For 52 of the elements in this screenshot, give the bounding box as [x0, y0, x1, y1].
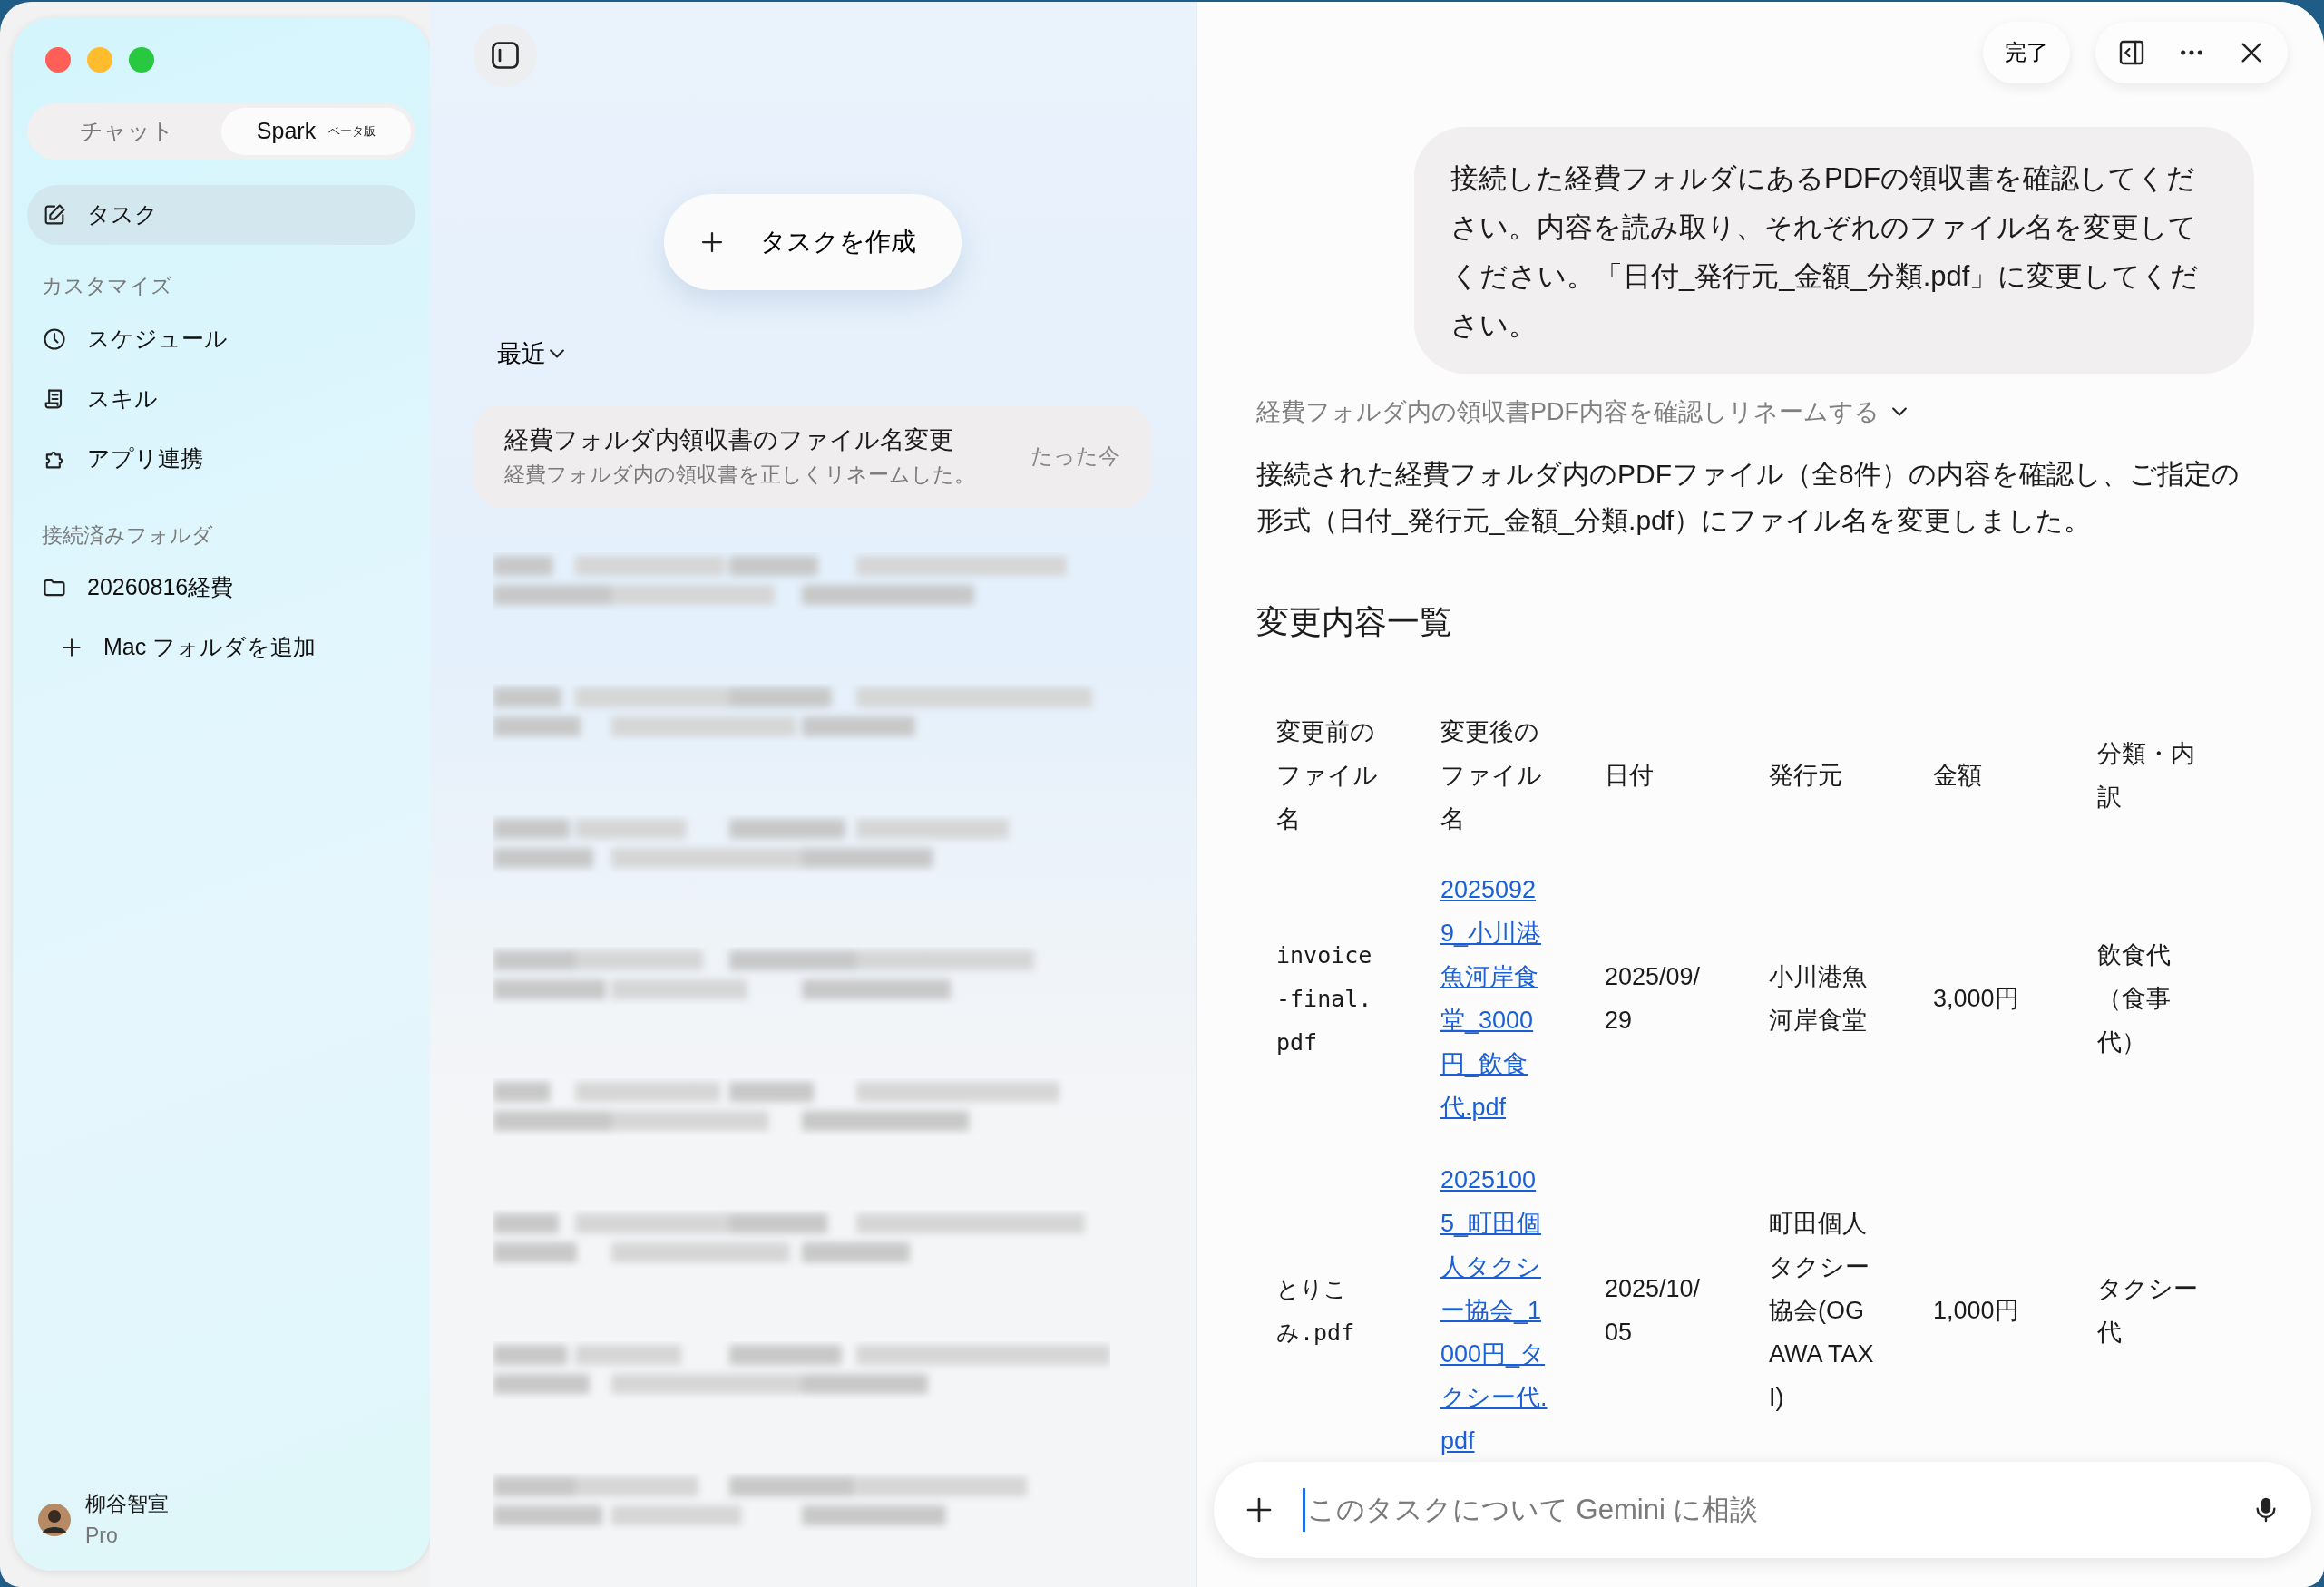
chevron-down-icon: [550, 349, 564, 359]
file-link[interactable]: 20251005_町田個人タクシー協会_1000円_タクシー代.pdf: [1440, 1157, 1548, 1463]
column-header: 変更前のファイル名: [1275, 716, 1379, 834]
chevron-down-icon: [1892, 407, 1907, 417]
table-cell: invoice-final.pdf: [1276, 941, 1372, 1056]
table-cell: 町田個人タクシー協会(OGAWA TAXI): [1769, 1209, 1874, 1411]
user-plan: Pro: [85, 1522, 119, 1549]
table-cell: とりこみ.pdf: [1276, 1275, 1355, 1346]
avatar: [38, 1503, 71, 1536]
column-header: 発行元: [1768, 760, 1843, 791]
thinking-toggle[interactable]: 経費フォルダ内の領収書PDF内容を確認しリネームする: [1256, 394, 1907, 431]
table-cell: 小川港魚河岸食堂: [1769, 962, 1867, 1034]
response-text: 接続された経費フォルダ内のPDFファイル（全8件）の内容を確認し、ご指定の形式（日付_発行元_金額_分類.pdf）にファイル名を変更しました。: [1256, 457, 2241, 537]
add-folder-button[interactable]: Mac フォルダを追加: [27, 618, 415, 677]
section-heading: カスタマイズ: [41, 273, 173, 299]
nav-item[interactable]: アプリ連携: [27, 428, 415, 489]
nav-item[interactable]: スケジュール: [27, 308, 415, 369]
column-header: 分類・内訳: [2096, 738, 2196, 813]
table-cell: 3,000円: [1933, 984, 2019, 1012]
task-title: 経費フォルダ内領収書のファイル名変更: [504, 425, 954, 455]
file-link[interactable]: 20250929_小川港魚河岸食堂_3000円_飲食代.pdf: [1440, 867, 1548, 1129]
done-button[interactable]: 完了: [1983, 22, 2070, 83]
user-name: 柳谷智宣: [85, 1491, 169, 1517]
user-message: 接続した経費フォルダにあるPDFの領収書を確認してください。内容を読み取り、それぞれのファイル名を変更してください。「日付_発行元_金額_分類.pdf」に変更してください。: [1414, 127, 2254, 374]
task-item[interactable]: 経費フォルダ内領収書のファイル名変更 経費フォルダ内の領収書を正しくリネームした。 たった今: [474, 404, 1151, 507]
mode-tab[interactable]: チャット: [32, 108, 221, 155]
section-heading: 変更内容一覧: [1256, 601, 1453, 642]
beta-label: ベータ版: [328, 123, 376, 141]
nav-item[interactable]: スキル: [27, 368, 415, 429]
mode-tab[interactable]: Spark ベータ版: [221, 108, 411, 155]
column-header: 変更後のファイル名: [1440, 716, 1543, 834]
chat-input[interactable]: このタスクについて Gemini に相談: [1303, 1487, 2224, 1533]
column-header: 金額: [1932, 760, 1983, 791]
nav-item[interactable]: タスク: [27, 185, 415, 245]
table-cell: タクシー代: [2097, 1274, 2198, 1346]
filter-dropdown[interactable]: 最近: [497, 336, 564, 373]
window-control-dot[interactable]: [87, 47, 112, 73]
window-control-dot[interactable]: [45, 47, 71, 73]
folder-item[interactable]: 20260816経費: [27, 558, 415, 618]
window-control-dot[interactable]: [129, 47, 154, 73]
column-header: 日付: [1604, 760, 1655, 791]
create-task-button[interactable]: タスクを作成: [663, 194, 962, 290]
table-cell: 2025/09/29: [1605, 962, 1701, 1034]
table-cell: 飲食代（食事代）: [2097, 940, 2171, 1056]
section-heading: 接続済みフォルダ: [41, 521, 214, 549]
task-summary: 経費フォルダ内の領収書を正しくリネームした。: [504, 461, 975, 488]
sidebar-icon: [489, 39, 522, 72]
clock-icon: [42, 326, 67, 352]
table-cell: 1,000円: [1933, 1296, 2019, 1324]
task-time: たった今: [1030, 442, 1120, 470]
panel-icon[interactable]: [2117, 38, 2146, 67]
table-cell: 2025/10/05: [1605, 1274, 1701, 1346]
